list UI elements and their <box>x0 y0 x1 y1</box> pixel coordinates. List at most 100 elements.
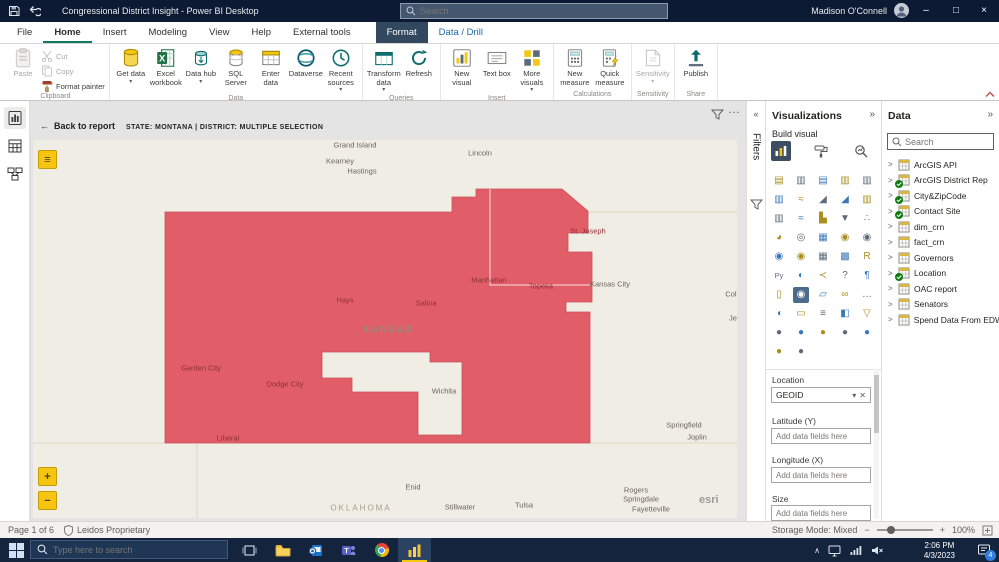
tab-external-tools[interactable]: External tools <box>282 22 362 43</box>
collapse-ribbon-chevron-icon[interactable] <box>985 91 995 98</box>
tab-analytics[interactable] <box>851 141 871 161</box>
user-name[interactable]: Madison O'Connell <box>811 6 887 16</box>
visual-type-custom-visual-2[interactable]: ● <box>793 325 809 341</box>
visual-type-treemap[interactable]: ▦ <box>815 230 831 246</box>
start-button[interactable] <box>5 542 27 558</box>
more-options-icon[interactable]: … <box>728 102 741 116</box>
visual-type-100-stacked-bar-chart[interactable]: ▥ <box>859 173 875 189</box>
visual-filter-icon[interactable] <box>711 109 724 121</box>
avatar[interactable] <box>894 3 909 18</box>
expand-table-chevron-icon[interactable]: > <box>888 253 894 262</box>
ribbon-button-more-visuals[interactable]: More visuals▾ <box>515 46 549 94</box>
ribbon-button-new-visual[interactable]: New visual <box>445 46 479 87</box>
expand-table-chevron-icon[interactable]: > <box>888 315 894 324</box>
data-table-city-zipcode[interactable]: >City&ZipCode <box>882 188 999 204</box>
arcgis-map-visual[interactable]: Grand IslandKearneyHastingsLincolnSt. Jo… <box>33 140 737 518</box>
ribbon-button-text-box[interactable]: Text box <box>480 46 514 79</box>
visual-type-area-chart[interactable]: ◢ <box>815 192 831 208</box>
tab-format[interactable]: Format <box>376 22 428 43</box>
task-view-taskbar-icon[interactable] <box>233 538 266 562</box>
visual-type-paginated-report[interactable]: ▯ <box>771 287 787 303</box>
visual-type-custom-visual-1[interactable]: ● <box>771 325 787 341</box>
outlook-taskbar-icon[interactable] <box>299 538 332 562</box>
data-search-input[interactable] <box>905 137 989 147</box>
visual-type-stacked-area-chart[interactable]: ◢ <box>837 192 853 208</box>
data-table-fact-crn[interactable]: >fact_crn <box>882 235 999 251</box>
data-table-oac-report[interactable]: >OAC report <box>882 281 999 297</box>
location-field-well[interactable]: GEOID ▾ ✕ <box>771 387 871 403</box>
expand-table-chevron-icon[interactable]: > <box>888 207 894 216</box>
visual-type-r-script-visual[interactable]: R <box>859 249 875 265</box>
remove-field-icon[interactable]: ✕ <box>859 391 866 400</box>
visual-type-python-visual[interactable]: Py <box>771 268 787 284</box>
visual-type-custom-visual-4[interactable]: ● <box>837 325 853 341</box>
map-menu-button[interactable]: ≡ <box>38 150 57 169</box>
page-indicator[interactable]: Page 1 of 6 <box>8 525 54 535</box>
power-bi-taskbar-icon[interactable] <box>398 538 431 562</box>
undo-icon[interactable] <box>28 5 41 17</box>
fit-to-page-icon[interactable] <box>982 525 993 536</box>
network-tray-icon[interactable] <box>849 544 862 557</box>
data-table-dim-crn[interactable]: >dim_crn <box>882 219 999 235</box>
tab-view[interactable]: View <box>198 22 240 43</box>
visual-type-ribbon-chart[interactable]: ≈ <box>793 211 809 227</box>
collapse-data-pane-chevron-icon[interactable]: » <box>987 109 993 120</box>
visual-type-slicer[interactable]: ▽ <box>859 306 875 322</box>
visual-type-line-chart[interactable]: ≈ <box>793 192 809 208</box>
expand-table-chevron-icon[interactable]: > <box>888 238 894 247</box>
ribbon-button-refresh[interactable]: Refresh <box>402 46 436 79</box>
taskbar-search-box[interactable] <box>30 540 228 559</box>
visual-type-arcgis-map[interactable]: ◉ <box>793 287 809 303</box>
visual-type-multi-row-card[interactable]: ≡ <box>815 306 831 322</box>
visual-type-clustered-bar-chart[interactable]: ▤ <box>815 173 831 189</box>
expand-table-chevron-icon[interactable]: > <box>888 222 894 231</box>
data-table-spend-data-from-edw[interactable]: >Spend Data From EDW <box>882 312 999 328</box>
tab-data-drill[interactable]: Data / Drill <box>428 22 494 43</box>
expand-table-chevron-icon[interactable]: > <box>888 176 894 185</box>
ribbon-button-cut[interactable]: Cut <box>41 50 105 62</box>
expand-table-chevron-icon[interactable]: > <box>888 191 894 200</box>
volume-muted-tray-icon[interactable] <box>870 544 883 557</box>
ribbon-button-sql-server[interactable]: SQL Server <box>219 46 253 87</box>
visual-type-power-automate[interactable]: ∞ <box>837 287 853 303</box>
action-center-icon[interactable]: 4 <box>977 543 991 557</box>
tab-help[interactable]: Help <box>240 22 282 43</box>
display-tray-icon[interactable] <box>828 544 841 557</box>
visual-type-custom-visual-7[interactable]: ● <box>793 344 809 360</box>
size-field-well[interactable]: Add data fields here <box>771 505 871 521</box>
visual-type-line-and-stacked-column-chart[interactable]: ▥ <box>859 192 875 208</box>
expand-table-chevron-icon[interactable]: > <box>888 300 894 309</box>
ribbon-button-new-measure[interactable]: New measure <box>558 46 592 87</box>
visual-type-key-influencers[interactable]: ◐ <box>793 268 809 284</box>
expand-table-chevron-icon[interactable]: > <box>888 269 894 278</box>
visual-type-filled-map[interactable]: ◉ <box>859 230 875 246</box>
tab-build-visual[interactable] <box>771 141 791 161</box>
chrome-taskbar-icon[interactable] <box>365 538 398 562</box>
ribbon-button-transform-data[interactable]: Transform data▾ <box>367 46 401 94</box>
report-view-button[interactable] <box>4 107 26 129</box>
app-search-box[interactable] <box>400 3 668 19</box>
expand-table-chevron-icon[interactable]: > <box>888 284 894 293</box>
visual-type-gauge[interactable]: ◖ <box>771 306 787 322</box>
maximize-button[interactable]: □ <box>943 0 969 22</box>
visual-type-custom-visual-6[interactable]: ● <box>771 344 787 360</box>
visual-type-smart-narrative[interactable]: ¶ <box>859 268 875 284</box>
field-dropdown-chevron-icon[interactable]: ▾ <box>852 391 856 400</box>
visual-type-stacked-bar-chart[interactable]: ▤ <box>771 173 787 189</box>
collapse-visualizations-chevron-icon[interactable]: » <box>869 109 875 120</box>
visual-type-q-and-a[interactable]: ? <box>837 268 853 284</box>
visual-type-pie-chart[interactable]: ◕ <box>771 230 787 246</box>
visual-type-donut-chart[interactable]: ◎ <box>793 230 809 246</box>
data-table-location[interactable]: >Location <box>882 266 999 282</box>
data-search-box[interactable] <box>887 133 994 150</box>
zoom-in-button[interactable]: + <box>38 467 57 486</box>
save-icon[interactable] <box>8 5 20 17</box>
ribbon-button-quick-measure[interactable]: Quick measure <box>593 46 627 87</box>
visual-type-map[interactable]: ◉ <box>837 230 853 246</box>
visual-type-power-apps[interactable]: ▱ <box>815 287 831 303</box>
back-to-report-button[interactable]: ← Back to report <box>40 121 115 131</box>
data-table-contact-site[interactable]: >Contact Site <box>882 204 999 220</box>
visual-type-stacked-column-chart[interactable]: ▥ <box>793 173 809 189</box>
ribbon-button-recent-sources[interactable]: Recent sources▾ <box>324 46 358 94</box>
tab-home[interactable]: Home <box>43 22 91 43</box>
